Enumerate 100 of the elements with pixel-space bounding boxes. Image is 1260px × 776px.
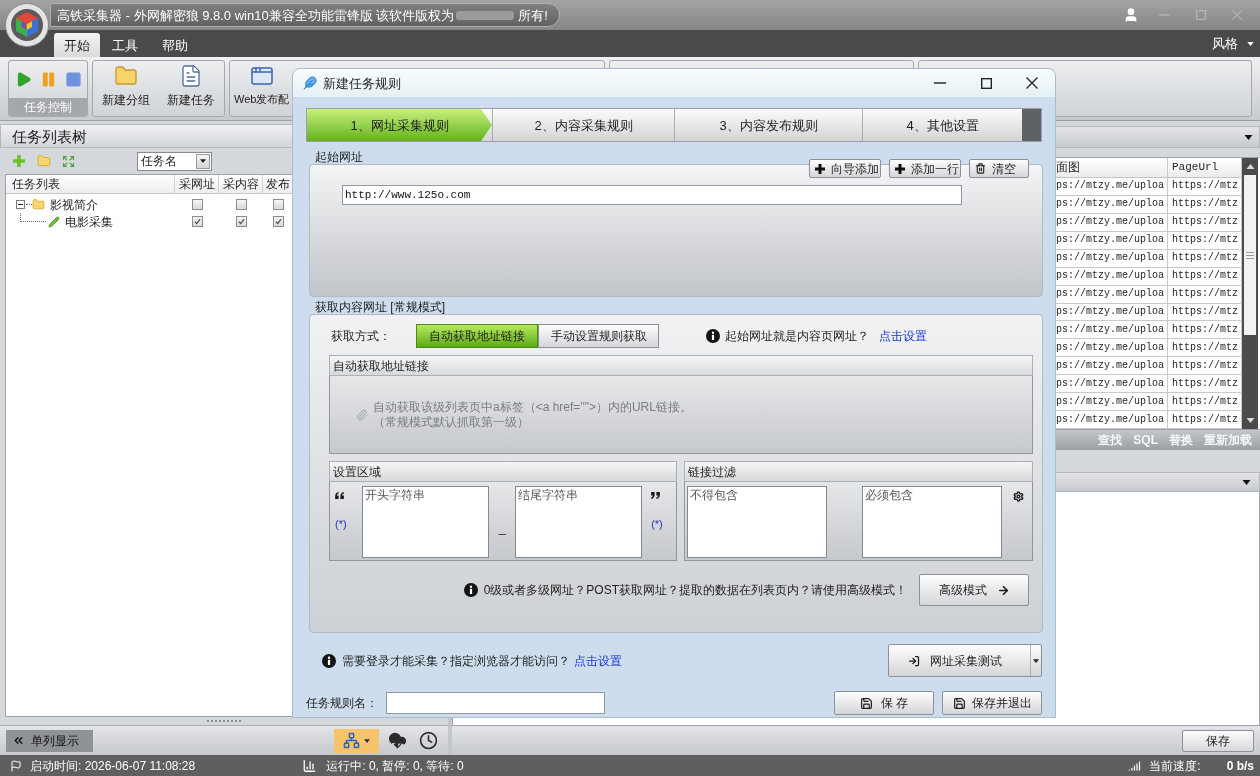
wildcard-text: (*) <box>335 519 347 530</box>
ribbon-button[interactable]: 新建任务 <box>167 61 216 116</box>
ribbon-button[interactable]: Web发布配 <box>234 61 290 116</box>
url-field[interactable]: http://www.125o.com <box>342 185 962 205</box>
toolbar-button[interactable]: 添加一行 <box>889 159 961 178</box>
bar-chart-icon <box>302 758 318 773</box>
mode-toggle[interactable]: 手动设置规则获取 <box>538 324 659 348</box>
step-tab[interactable]: 3、内容发布规则 <box>674 109 862 141</box>
pencil-icon <box>48 215 60 228</box>
mode-toggle[interactable]: 自动获取地址链接 <box>416 324 538 348</box>
status-text: 运行中: 0, 暂停: 0, 等待: 0 <box>326 759 464 772</box>
menu-tab[interactable]: 开始 <box>54 33 100 57</box>
caret-icon <box>1033 658 1039 663</box>
scrollbar[interactable] <box>1242 158 1258 429</box>
panel-title: 任务列表树 <box>12 128 87 144</box>
menu-tab[interactable]: 工具 <box>100 33 150 57</box>
info-icon <box>322 653 336 668</box>
scroll-up-icon[interactable] <box>1245 164 1255 169</box>
trash-icon <box>975 163 986 174</box>
test-button[interactable]: 网址采集测试 <box>888 644 1042 677</box>
toolbar-button[interactable]: 清空 <box>969 159 1029 178</box>
status-text: 0 b/s <box>1226 759 1254 772</box>
description-text: （常规模式默认抓取第一级） <box>373 416 529 428</box>
app-logo-icon <box>5 3 49 47</box>
panel-title: 链接过滤 <box>688 465 736 478</box>
scrollbar-thumb[interactable] <box>1244 175 1256 335</box>
panel-title: 设置区域 <box>333 465 381 478</box>
exclude-field[interactable]: 不得包含 <box>687 486 827 558</box>
style-menu[interactable]: 风格 <box>1212 37 1254 50</box>
caret-icon <box>1247 41 1254 46</box>
dropdown-arrow-icon <box>200 159 206 163</box>
advanced-mode-button[interactable]: 高级模式 <box>919 574 1029 606</box>
tab-strip-end <box>1022 109 1041 141</box>
sign-in-icon <box>908 654 920 667</box>
signal-icon <box>1128 759 1142 772</box>
close-icon <box>1026 77 1038 89</box>
cloud-download-icon[interactable] <box>387 731 408 750</box>
description-text: 自动获取该级列表页中a标签（<a href="">）内的URL链接。 <box>373 401 692 413</box>
hint-text: 起始网址就是内容页网址？ <box>725 330 869 342</box>
scroll-down-icon[interactable] <box>1245 418 1255 423</box>
dialog-title: 新建任务规则 <box>323 76 401 90</box>
double-chevron-icon <box>12 734 25 747</box>
flag-icon <box>10 759 22 772</box>
paperclip-icon <box>356 408 368 421</box>
filter-dropdown[interactable]: 任务名 <box>137 151 212 171</box>
rule-name-field[interactable] <box>386 692 605 714</box>
section-label: 获取内容网址 [常规模式] <box>315 301 445 314</box>
maximize-icon <box>980 77 992 89</box>
menu-tab[interactable]: 帮助 <box>150 33 200 57</box>
plus-icon <box>895 163 905 174</box>
tree-item[interactable]: 影视简介 <box>50 198 98 211</box>
stop-icon[interactable] <box>64 71 82 88</box>
redacted-block <box>456 10 515 20</box>
single-column-button[interactable]: 单列显示 <box>6 729 93 752</box>
step-tab[interactable]: 2、内容采集规则 <box>492 109 674 141</box>
folder-icon <box>113 64 138 88</box>
group-label: 任务控制 <box>9 98 87 116</box>
wildcard-text: (*) <box>651 519 663 530</box>
checkbox[interactable] <box>272 199 284 210</box>
user-icon[interactable] <box>1123 7 1139 23</box>
checkbox[interactable] <box>191 216 203 227</box>
clock-icon[interactable] <box>419 731 438 750</box>
plus-icon <box>815 163 825 174</box>
panel-title: 自动获取地址链接 <box>333 359 429 372</box>
info-icon <box>463 583 478 597</box>
ribbon-button[interactable]: 新建分组 <box>101 61 150 116</box>
folder-icon <box>32 198 45 211</box>
hierarchy-icon <box>343 732 360 749</box>
settings-link[interactable]: 点击设置 <box>574 654 622 667</box>
include-field[interactable]: 必须包含 <box>862 486 1002 558</box>
close-quote-icon <box>651 492 661 499</box>
column-header[interactable]: 任务列表 <box>6 175 175 193</box>
checkbox[interactable] <box>191 199 203 210</box>
tree-toggle[interactable] <box>16 200 25 209</box>
tree-item[interactable]: 电影采集 <box>65 215 113 228</box>
end-string-field[interactable]: 结尾字符串 <box>514 486 643 558</box>
separator-text: _ <box>498 522 506 536</box>
checkbox[interactable] <box>235 199 247 210</box>
save-exit-button[interactable]: 保存并退出 <box>942 691 1042 715</box>
browser-window-icon <box>249 64 274 88</box>
toolbar-button[interactable]: 向导添加 <box>809 159 881 178</box>
checkbox[interactable] <box>235 216 247 227</box>
expand-icon[interactable] <box>62 154 75 168</box>
field-label: 获取方式： <box>331 330 392 342</box>
dropdown-arrow-icon <box>1244 134 1253 140</box>
hierarchy-button[interactable] <box>334 728 379 753</box>
hint-text: 0级或者多级网址？POST获取网址？提取的数据在列表页内？请使用高级模式！ <box>483 584 907 596</box>
column-header[interactable]: 采网址 <box>175 175 219 193</box>
column-header[interactable]: 采内容 <box>219 175 263 193</box>
field-label: 任务规则名： <box>306 697 379 709</box>
status-text: 当前速度: <box>1149 759 1201 772</box>
settings-link[interactable]: 点击设置 <box>879 330 927 342</box>
checkbox[interactable] <box>272 216 284 227</box>
dropdown-arrow-icon <box>1242 479 1251 485</box>
settings-icon[interactable] <box>1013 491 1024 502</box>
save-button[interactable]: 保 存 <box>834 691 934 715</box>
start-string-field[interactable]: 开头字符串 <box>361 486 490 558</box>
step-tab[interactable]: 1、网址采集规则 <box>307 109 492 141</box>
save-button[interactable]: 保存 <box>1182 729 1254 752</box>
window-title: 高铁采集器 - 外网解密狼 9.8.0 win10兼容全功能雷锋版 该软件版权为 <box>57 8 455 22</box>
